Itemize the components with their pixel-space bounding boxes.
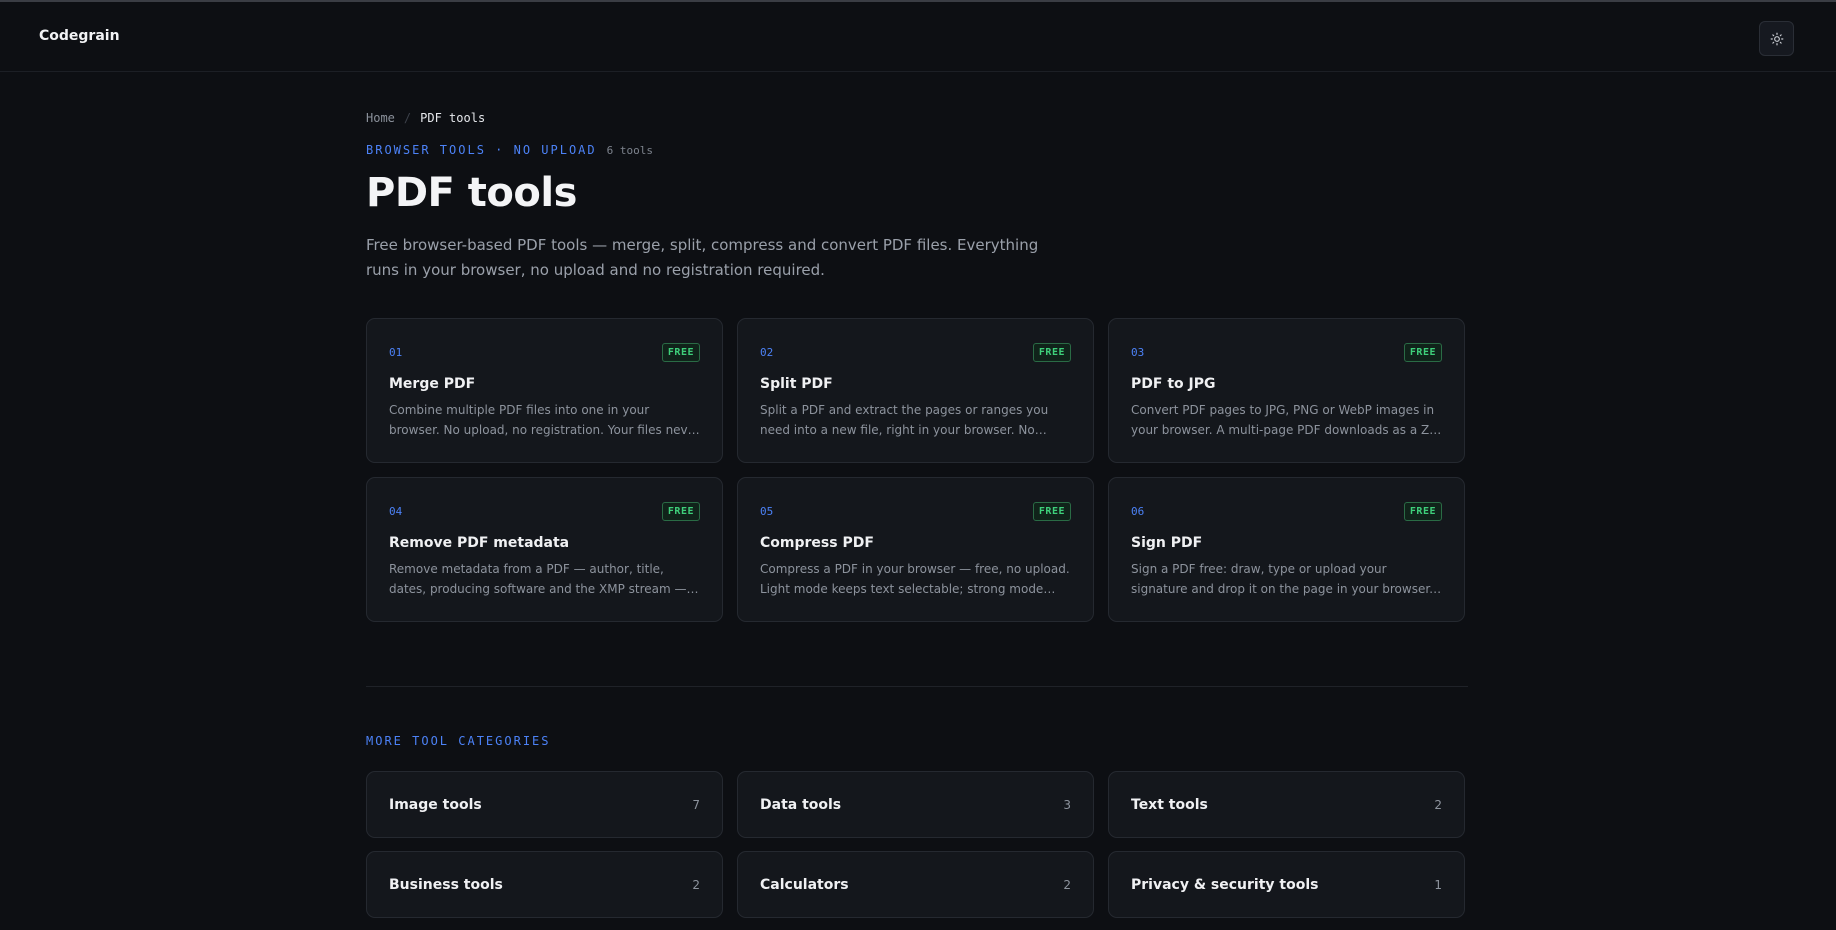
tool-number: 04 [389,505,403,518]
category-card-text-tools[interactable]: Text tools 2 [1108,771,1465,838]
category-name: Calculators [760,876,849,893]
tool-number: 06 [1131,505,1145,518]
tool-name: PDF to JPG [1131,376,1216,392]
tool-description: Convert PDF pages to JPG, PNG or WebP im… [1131,403,1441,437]
category-card-data-tools[interactable]: Data tools 3 [737,771,1094,838]
tool-description: Combine multiple PDF files into one in y… [389,403,700,437]
tool-name: Split PDF [760,376,833,392]
breadcrumb: Home / PDF tools [366,111,485,125]
tool-card-pdf-to-jpg[interactable]: 03 FREE PDF to JPG Convert PDF pages to … [1108,318,1465,463]
category-grid: Image tools 7 Data tools 3 Text tools 2 … [366,771,1465,918]
tool-number: 05 [760,505,774,518]
eyebrow-label: BROWSER TOOLS · NO UPLOAD [366,143,597,157]
tool-grid: 01 FREE Merge PDF Combine multiple PDF f… [366,318,1465,622]
tool-card-merge-pdf[interactable]: 01 FREE Merge PDF Combine multiple PDF f… [366,318,723,463]
tool-number: 01 [389,346,403,359]
free-badge: FREE [1032,343,1071,362]
category-count: 2 [692,877,700,892]
free-badge: FREE [661,502,700,521]
theme-toggle-button[interactable] [1759,21,1794,56]
tool-number: 02 [760,346,774,359]
category-name: Business tools [389,876,503,893]
category-name: Data tools [760,796,842,813]
category-name: Image tools [389,796,482,813]
category-card-privacy-security-tools[interactable]: Privacy & security tools 1 [1108,851,1465,918]
category-count: 1 [1434,877,1442,892]
free-badge: FREE [661,343,700,362]
tool-name: Remove PDF metadata [389,535,570,551]
sun-icon [1770,32,1783,45]
category-count: 3 [1063,797,1071,812]
tool-card-sign-pdf[interactable]: 06 FREE Sign PDF Sign a PDF free: draw, … [1108,477,1465,622]
tool-description: Compress a PDF in your browser — free, n… [760,562,1070,596]
free-badge: FREE [1403,343,1442,362]
tool-number: 03 [1131,346,1145,359]
category-card-image-tools[interactable]: Image tools 7 [366,771,723,838]
category-count: 2 [1434,797,1442,812]
category-name: Privacy & security tools [1131,876,1319,893]
tool-name: Merge PDF [389,376,476,392]
tool-name: Compress PDF [760,535,874,551]
tool-card-remove-pdf-metadata[interactable]: 04 FREE Remove PDF metadata Remove metad… [366,477,723,622]
site-header: Codegrain [0,2,1836,72]
breadcrumb-separator: / [403,111,412,125]
more-categories-heading: MORE TOOL CATEGORIES [366,734,551,748]
tool-card-split-pdf[interactable]: 02 FREE Split PDF Split a PDF and extrac… [737,318,1094,463]
category-count: 7 [692,797,700,812]
breadcrumb-home-link[interactable]: Home [366,111,395,125]
category-name: Text tools [1131,796,1208,813]
category-card-business-tools[interactable]: Business tools 2 [366,851,723,918]
brand-logo-link[interactable]: Codegrain [39,28,120,44]
category-card-calculators[interactable]: Calculators 2 [737,851,1094,918]
breadcrumb-current: PDF tools [420,111,486,125]
tool-count: 6 tools [606,144,653,157]
section-divider [366,686,1468,687]
tool-description: Split a PDF and extract the pages or ran… [760,403,1049,437]
tool-card-compress-pdf[interactable]: 05 FREE Compress PDF Compress a PDF in y… [737,477,1094,622]
tool-description: Sign a PDF free: draw, type or upload yo… [1131,562,1433,596]
hero-eyebrow: BROWSER TOOLS · NO UPLOAD 6 tools [366,143,653,157]
tool-name: Sign PDF [1131,535,1203,551]
category-count: 2 [1063,877,1071,892]
tool-description: Remove metadata from a PDF — author, tit… [389,562,687,596]
page-description: Free browser-based PDF tools — merge, sp… [366,236,1039,279]
page-title: PDF tools [366,170,577,216]
free-badge: FREE [1032,502,1071,521]
free-badge: FREE [1403,502,1442,521]
